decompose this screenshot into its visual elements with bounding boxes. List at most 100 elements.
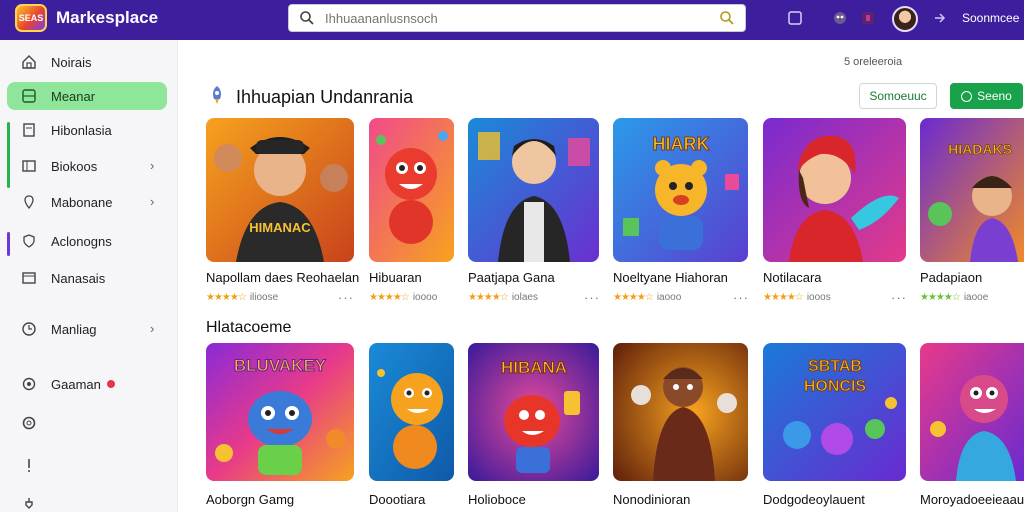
game-thumbnail[interactable] <box>468 118 599 262</box>
search-input[interactable] <box>325 8 695 28</box>
game-meta-text: iaooe <box>963 292 989 303</box>
rocket-icon <box>213 86 221 104</box>
sidebar-item-actions[interactable]: Aclonogns <box>7 227 167 255</box>
rating-stars: ★★★★☆ <box>920 292 961 303</box>
primary-button-label: Seeno <box>977 89 1012 103</box>
game-thumbnail[interactable] <box>369 343 454 481</box>
sidebar-item-label: Manliag <box>51 322 97 337</box>
sidebar-icon <box>22 160 36 172</box>
avatar[interactable] <box>892 6 918 32</box>
game-meta-text: iolaes <box>511 292 538 303</box>
game-meta: ★★★★☆ iolaes <box>468 292 538 303</box>
sidebar-item-games[interactable]: Gaaman <box>7 370 167 398</box>
sidebar-item-label: Mabonane <box>51 195 113 210</box>
sidebar-item-names[interactable]: Nanasais <box>7 264 167 292</box>
clock-icon <box>22 322 36 336</box>
chevron-right-icon: › <box>150 158 155 173</box>
game-thumbnail[interactable]: BLUVAKEY <box>206 343 354 481</box>
secondary-button[interactable]: Somoeuuc <box>859 83 937 109</box>
section-indicator <box>7 232 10 256</box>
game-art-image: SBTAB HONCIS <box>763 343 906 481</box>
sidebar-item-pins[interactable]: Mabonane › <box>7 188 167 216</box>
rating-stars: ★★★★☆ <box>613 292 654 303</box>
sidebar-item-label: Hibonlasia <box>51 123 112 138</box>
game-title: Dodgodeoylauent <box>763 492 865 507</box>
game-art-text: HIMANAC <box>249 220 311 235</box>
game-art-image <box>920 343 1024 481</box>
status-text: 5 oreleeroia <box>844 56 903 68</box>
game-thumbnail[interactable]: HIADAKS <box>920 118 1024 262</box>
game-title: Notilacara <box>763 270 822 285</box>
game-meta: ★★★★☆ iaooe <box>920 292 988 303</box>
game-controller-icon[interactable] <box>832 10 848 26</box>
game-art-image: BLUVAKEY <box>206 343 354 481</box>
sidebar-item-home[interactable]: Noirais <box>7 48 167 76</box>
more-options-icon[interactable]: ··· <box>733 290 749 305</box>
sidebar-item-circle[interactable] <box>7 409 167 437</box>
game-art-image: HIADAKS <box>920 118 1024 262</box>
top-bar: SEAS Markesplace Soonmcee <box>0 0 1024 40</box>
main-content: 5 oreleeroia Ihhuapian Undanrania Somoeu… <box>178 40 1024 512</box>
game-title: Hibuaran <box>369 270 422 285</box>
game-thumbnail[interactable]: HIMANAC <box>206 118 354 262</box>
game-art-image <box>763 118 906 262</box>
window-icon[interactable] <box>787 10 803 26</box>
primary-button[interactable]: Seeno <box>950 83 1023 109</box>
sidebar-item-library[interactable]: Hibonlasia <box>7 116 167 144</box>
game-thumbnail[interactable]: SBTAB HONCIS <box>763 343 906 481</box>
active-indicator <box>7 122 10 188</box>
arrow-right-icon[interactable] <box>932 10 948 26</box>
game-meta: ★★★★☆ ilioose <box>206 292 278 303</box>
search-submit-icon[interactable] <box>719 10 735 26</box>
game-meta-text: iaooo <box>656 292 682 303</box>
game-thumbnail[interactable]: HIARK <box>613 118 748 262</box>
game-thumbnail[interactable] <box>613 343 748 481</box>
game-title: Padapiaon <box>920 270 983 285</box>
game-title: Paatjapa Gana <box>468 270 555 285</box>
brand-title: Markesplace <box>56 8 159 27</box>
more-options-icon[interactable]: ··· <box>338 290 354 305</box>
game-title: Aoborgn Gamg <box>206 492 295 507</box>
notification-icon[interactable] <box>860 10 876 26</box>
section-title: Ihhuapian Undanrania <box>236 87 414 107</box>
sidebar-item-label: Gaaman <box>51 377 115 392</box>
sidebar-item-plug[interactable] <box>7 490 167 518</box>
logo-text: SEAS <box>18 13 44 23</box>
game-title: Noeltyane Hiahoran <box>613 270 728 285</box>
sidebar-item-text: Gaaman <box>51 377 101 392</box>
game-meta: ★★★★☆ ioooo <box>369 292 437 303</box>
game-meta: ★★★★☆ iaooo <box>613 292 681 303</box>
game-title: Holioboce <box>468 492 526 507</box>
notification-badge <box>106 380 115 388</box>
user-menu[interactable]: Soonmcee <box>962 11 1019 25</box>
game-art-text: HIBANA <box>501 358 567 377</box>
game-thumbnail[interactable] <box>920 343 1024 481</box>
game-title: Doootiara <box>369 492 426 507</box>
home-icon <box>22 55 36 69</box>
search-bar[interactable] <box>288 4 746 32</box>
search-circle-icon <box>961 90 973 102</box>
chevron-right-icon: › <box>150 321 155 336</box>
more-options-icon[interactable]: ··· <box>891 290 907 305</box>
more-options-icon[interactable]: ··· <box>584 290 600 305</box>
window-icon <box>22 272 36 284</box>
game-art-image: HIBANA <box>468 343 599 481</box>
game-art-image <box>613 343 748 481</box>
sidebar-item-history[interactable]: Manliag › <box>7 315 167 343</box>
section-title: Hlatacoeme <box>206 319 292 336</box>
game-meta-text: iooos <box>806 292 831 303</box>
game-art-text: HIADAKS <box>948 141 1012 157</box>
app-logo[interactable]: SEAS <box>15 4 47 32</box>
game-meta-text: ilioose <box>249 292 279 303</box>
game-title: Napollam daes Reohaelan <box>206 270 360 285</box>
game-thumbnail[interactable]: HIBANA <box>468 343 599 481</box>
sidebar-item-alert[interactable] <box>7 451 167 479</box>
sidebar-item-label: Aclonogns <box>51 234 112 249</box>
game-title: Nonodinioran <box>613 492 691 507</box>
game-thumbnail[interactable] <box>369 118 454 262</box>
sidebar-item-active[interactable]: Meanar <box>7 82 167 110</box>
chevron-right-icon: › <box>150 194 155 209</box>
game-thumbnail[interactable] <box>763 118 906 262</box>
search-icon <box>300 11 314 25</box>
sidebar-item-books[interactable]: Biokoos › <box>7 152 167 180</box>
